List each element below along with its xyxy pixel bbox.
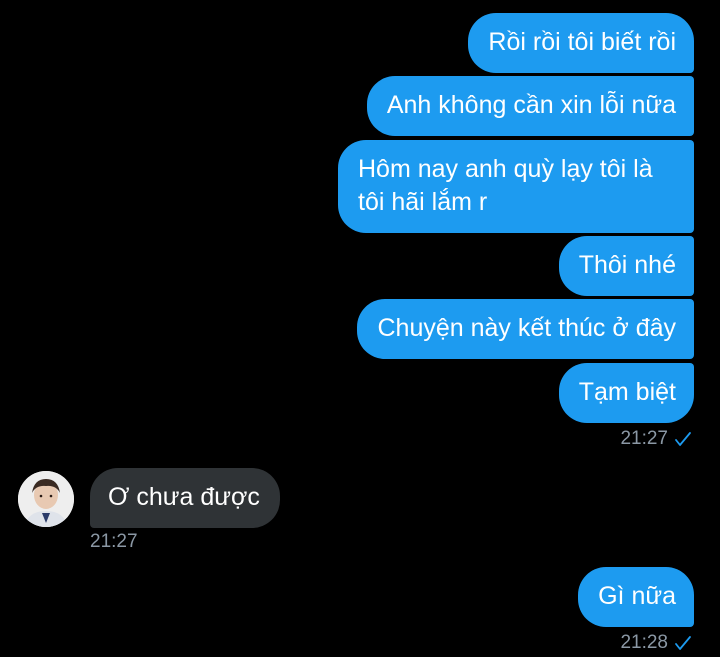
user-avatar[interactable] [18,471,74,527]
message-bubble-incoming[interactable]: Ơ chưa được [90,468,280,528]
message-bubble-outgoing[interactable]: Hôm nay anh quỳ lạy tôi là tôi hãi lắm r [338,140,694,233]
message-bubble-outgoing[interactable]: Tạm biệt [558,363,694,423]
message-bubble-outgoing[interactable]: Chuyện này kết thúc ở đây [357,299,694,359]
avatar-image [18,471,74,527]
message-bubble-outgoing[interactable]: Thôi nhé [558,236,694,296]
message-meta: 21:27 [90,531,138,553]
timestamp: 21:28 [620,632,668,653]
timestamp: 21:27 [90,531,138,552]
message-meta: 21:28 [620,632,692,654]
message-thread: Rồi rồi tôi biết rồi Anh không cần xin l… [0,0,720,657]
message-meta: 21:27 [620,428,692,450]
check-icon [675,432,691,446]
message-bubble-outgoing[interactable]: Gì nữa [578,567,694,627]
message-bubble-outgoing[interactable]: Rồi rồi tôi biết rồi [468,13,694,73]
message-bubble-outgoing[interactable]: Anh không cần xin lỗi nữa [366,76,694,136]
check-icon [675,636,691,650]
timestamp: 21:27 [620,428,668,449]
